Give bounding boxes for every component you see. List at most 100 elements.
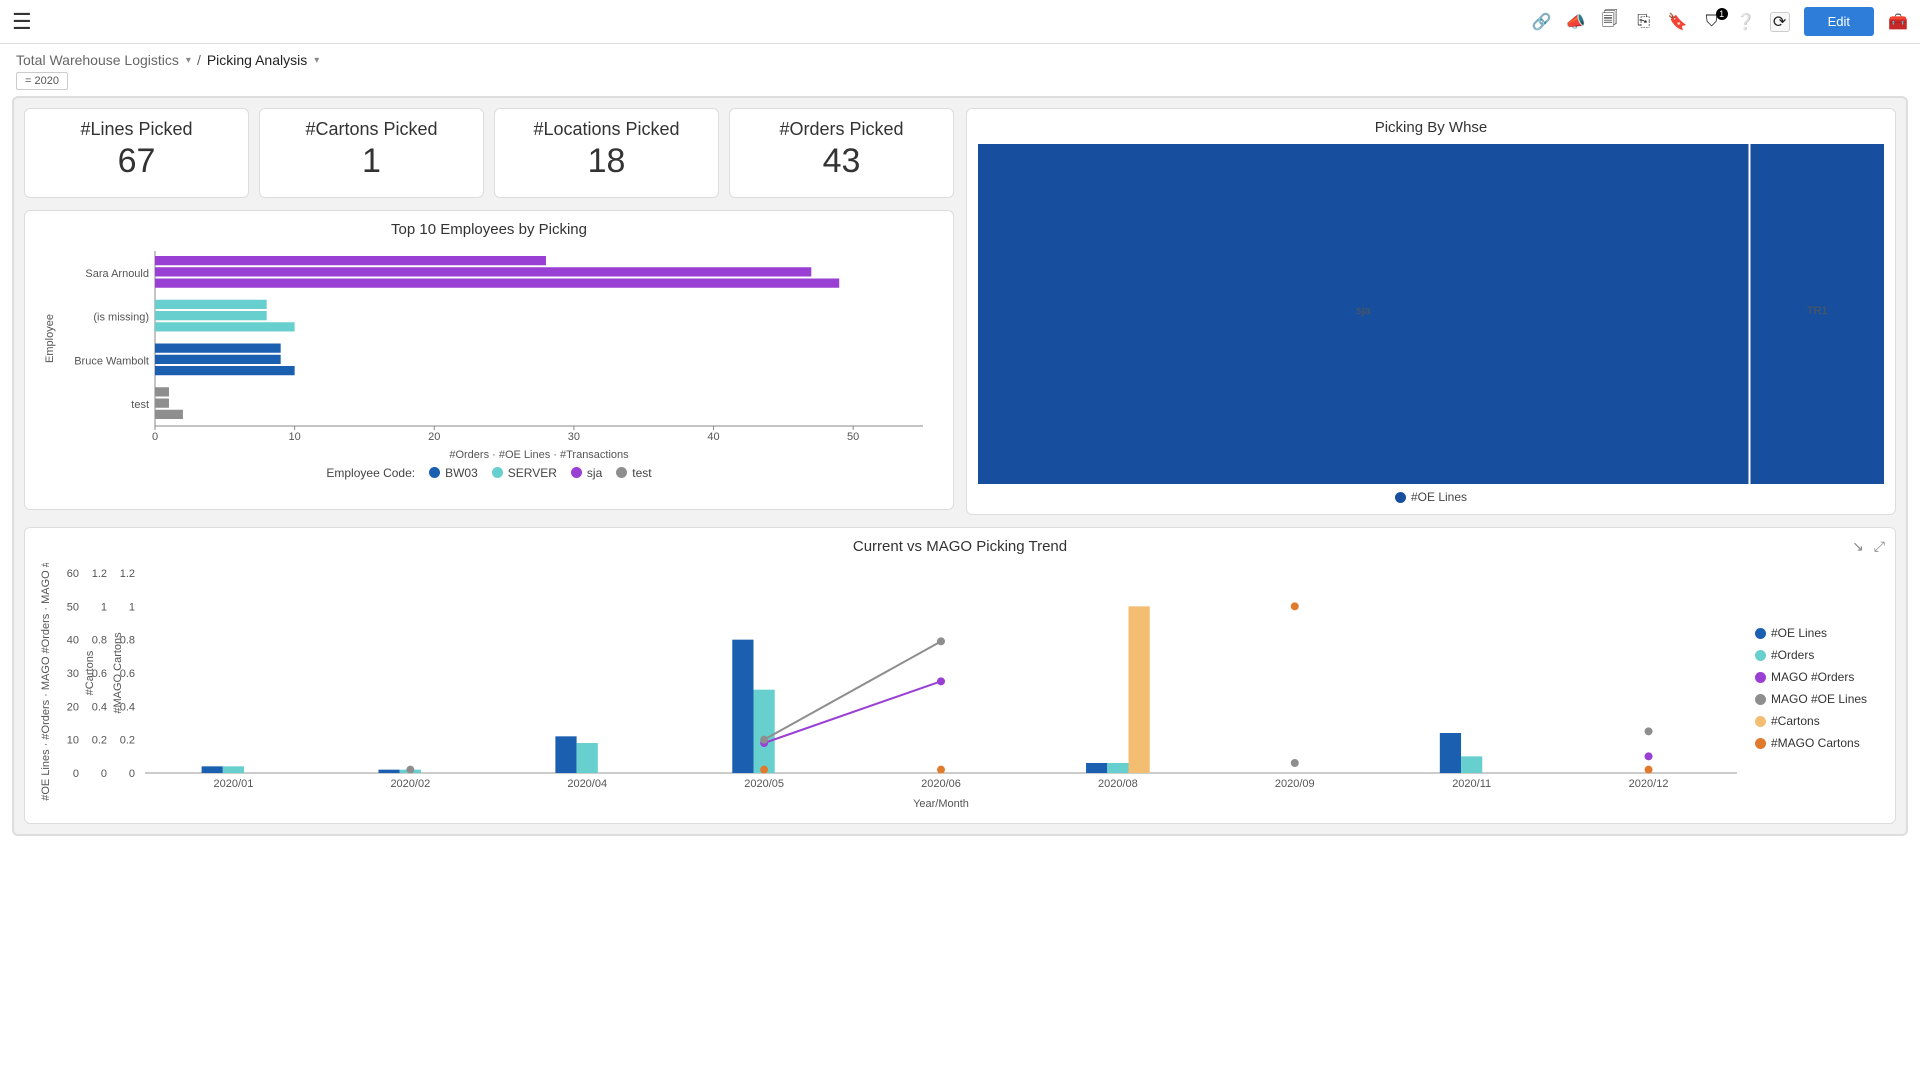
whse-legend: #OE Lines [977, 490, 1885, 504]
breadcrumb-sep: / [197, 52, 201, 68]
svg-text:30: 30 [67, 668, 79, 680]
svg-text:2020/12: 2020/12 [1629, 778, 1669, 790]
breadcrumb-root[interactable]: Total Warehouse Logistics [16, 52, 191, 68]
employees-chart-card[interactable]: Top 10 Employees by Picking 01020304050E… [24, 210, 954, 510]
breadcrumb: Total Warehouse Logistics / Picking Anal… [0, 44, 1920, 72]
svg-text:10: 10 [67, 735, 79, 747]
svg-text:Bruce Wambolt: Bruce Wambolt [74, 355, 149, 367]
svg-text:1.2: 1.2 [92, 568, 107, 580]
legend-bw03[interactable]: BW03 [429, 466, 478, 480]
svg-text:0.2: 0.2 [92, 735, 107, 747]
svg-text:0: 0 [101, 768, 107, 780]
svg-text:2020/05: 2020/05 [744, 778, 784, 790]
legend-sja[interactable]: sja [571, 466, 602, 480]
svg-text:0.8: 0.8 [92, 635, 107, 647]
svg-text:50: 50 [67, 601, 79, 613]
kpi-row: #Lines Picked 67 #Cartons Picked 1 #Loca… [24, 108, 954, 198]
bookmark-icon[interactable]: 🔖 [1668, 12, 1688, 32]
kpi-value: 43 [740, 142, 943, 181]
svg-text:sja: sja [1356, 305, 1371, 317]
kpi-value: 1 [270, 142, 473, 181]
trend-chart: 010203040506000.20.40.60.811.200.20.40.6… [35, 563, 1747, 813]
svg-text:(is missing): (is missing) [93, 311, 149, 323]
expand-icon[interactable]: ⤢ [1874, 538, 1885, 555]
svg-text:#Cartons: #Cartons [84, 650, 96, 695]
svg-text:test: test [131, 399, 149, 411]
trend-legend: #OE Lines #Orders MAGO #Orders MAGO #OE … [1755, 563, 1885, 813]
copy-icon[interactable]: 🗐 [1600, 12, 1620, 32]
link-icon[interactable]: 🔗 [1532, 12, 1552, 32]
svg-text:30: 30 [568, 431, 580, 443]
export-icon[interactable]: ⎘ [1634, 12, 1654, 32]
filter-icon[interactable]: ⛉1 [1702, 12, 1722, 32]
svg-text:TR1: TR1 [1807, 305, 1828, 317]
whse-chart: sja TR1 [977, 144, 1885, 484]
filter-count-badge: 1 [1716, 8, 1728, 20]
svg-text:2020/02: 2020/02 [390, 778, 430, 790]
kpi-label: #Cartons Picked [270, 119, 473, 140]
dashboard: #Lines Picked 67 #Cartons Picked 1 #Loca… [12, 96, 1908, 836]
kpi-label: #Orders Picked [740, 119, 943, 140]
svg-text:2020/06: 2020/06 [921, 778, 961, 790]
top-bar: ☰ 🔗 📣 🗐 ⎘ 🔖 ⛉1 ❔ ⟳ Edit 🧰 [0, 0, 1920, 44]
kpi-value: 67 [35, 142, 238, 181]
svg-text:Year/Month: Year/Month [913, 798, 969, 810]
svg-text:1: 1 [101, 601, 107, 613]
breadcrumb-page[interactable]: Picking Analysis [207, 52, 319, 68]
trend-chart-card[interactable]: Current vs MAGO Picking Trend ↘ ⤢ 010203… [24, 527, 1896, 824]
svg-text:0.4: 0.4 [92, 701, 107, 713]
legend-oelines[interactable]: #OE Lines [1755, 626, 1885, 640]
toolbar: 🔗 📣 🗐 ⎘ 🔖 ⛉1 ❔ ⟳ Edit 🧰 [1532, 7, 1908, 36]
svg-text:1.2: 1.2 [120, 568, 135, 580]
svg-text:#Orders · #OE Lines · #Transac: #Orders · #OE Lines · #Transactions [449, 449, 629, 461]
legend-mago-cartons[interactable]: #MAGO Cartons [1755, 736, 1885, 750]
svg-text:40: 40 [67, 635, 79, 647]
svg-text:20: 20 [67, 701, 79, 713]
whse-chart-card[interactable]: Picking By Whse sja TR1 #OE Lines [966, 108, 1896, 515]
employees-chart: 01020304050Employee#Orders · #OE Lines ·… [35, 246, 943, 466]
svg-text:#MAGO Cartons: #MAGO Cartons [112, 632, 124, 714]
legend-mago-orders[interactable]: MAGO #Orders [1755, 670, 1885, 684]
legend-mago-oelines[interactable]: MAGO #OE Lines [1755, 692, 1885, 706]
svg-text:Sara Arnould: Sara Arnould [85, 267, 149, 279]
kpi-cartons-picked[interactable]: #Cartons Picked 1 [259, 108, 484, 198]
svg-text:0.2: 0.2 [120, 735, 135, 747]
chart-title: Top 10 Employees by Picking [35, 221, 943, 238]
kpi-label: #Lines Picked [35, 119, 238, 140]
menu-icon[interactable]: ☰ [12, 9, 32, 35]
svg-text:0: 0 [129, 768, 135, 780]
help-icon[interactable]: ❔ [1736, 12, 1756, 32]
svg-text:50: 50 [847, 431, 859, 443]
legend-cartons[interactable]: #Cartons [1755, 714, 1885, 728]
refresh-button[interactable]: ⟳ [1770, 12, 1790, 32]
filter-chip[interactable]: = 2020 [16, 72, 68, 90]
svg-text:2020/01: 2020/01 [214, 778, 254, 790]
legend-test[interactable]: test [616, 466, 651, 480]
svg-text:Employee: Employee [44, 314, 56, 363]
legend-title: Employee Code: [326, 466, 415, 480]
kpi-locations-picked[interactable]: #Locations Picked 18 [494, 108, 719, 198]
announce-icon[interactable]: 📣 [1566, 12, 1586, 32]
svg-text:2020/04: 2020/04 [567, 778, 607, 790]
svg-text:0: 0 [152, 431, 158, 443]
kpi-label: #Locations Picked [505, 119, 708, 140]
briefcase-icon[interactable]: 🧰 [1888, 12, 1908, 32]
chart-title: Current vs MAGO Picking Trend [498, 538, 1423, 555]
edit-button[interactable]: Edit [1804, 7, 1874, 36]
legend-oelines[interactable]: #OE Lines [1395, 490, 1467, 504]
legend-server[interactable]: SERVER [492, 466, 557, 480]
svg-text:60: 60 [67, 568, 79, 580]
svg-text:0: 0 [73, 768, 79, 780]
chart-title: Picking By Whse [977, 119, 1885, 136]
kpi-orders-picked[interactable]: #Orders Picked 43 [729, 108, 954, 198]
svg-text:1: 1 [129, 601, 135, 613]
kpi-lines-picked[interactable]: #Lines Picked 67 [24, 108, 249, 198]
kpi-value: 18 [505, 142, 708, 181]
svg-text:2020/09: 2020/09 [1275, 778, 1315, 790]
drill-icon[interactable]: ↘ [1852, 538, 1864, 555]
legend-orders[interactable]: #Orders [1755, 648, 1885, 662]
employees-legend: Employee Code: BW03 SERVER sja test [35, 466, 943, 480]
svg-text:2020/08: 2020/08 [1098, 778, 1138, 790]
svg-text:20: 20 [428, 431, 440, 443]
svg-text:#OE Lines · #Orders · MAGO #Or: #OE Lines · #Orders · MAGO #Orders · MAG… [40, 563, 52, 801]
